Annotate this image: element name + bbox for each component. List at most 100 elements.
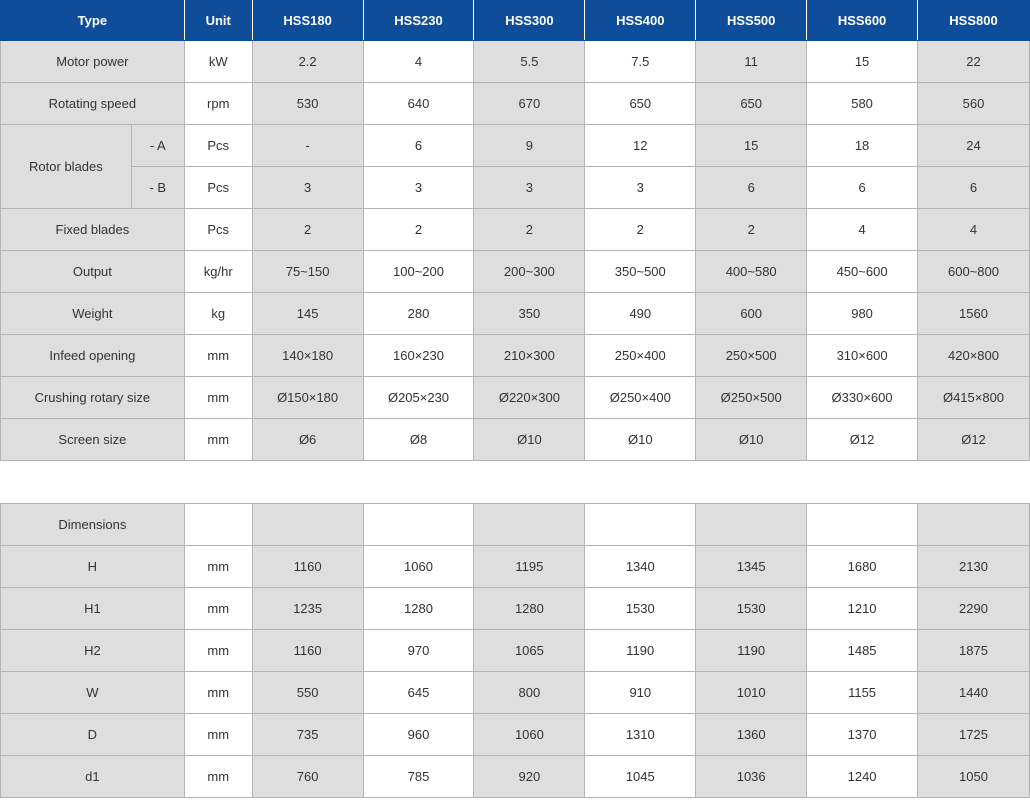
value-cell: 600~800 xyxy=(917,250,1030,293)
value-cell: 11 xyxy=(695,40,808,83)
value-cell xyxy=(584,503,697,546)
value-cell: 1280 xyxy=(473,587,586,630)
value-cell xyxy=(806,503,919,546)
value-cell: 2290 xyxy=(917,587,1030,630)
row-label: Screen size xyxy=(0,418,185,461)
unit-cell: mm xyxy=(183,629,253,672)
header-model: HSS500 xyxy=(695,0,808,41)
value-cell: 2 xyxy=(584,208,697,251)
unit-cell: mm xyxy=(183,755,253,798)
value-cell: Ø250×400 xyxy=(584,376,697,419)
header-row: Type Unit HSS180 HSS230 HSS300 HSS400 HS… xyxy=(0,0,1030,41)
value-cell: 3 xyxy=(473,166,586,209)
unit-cell: kg/hr xyxy=(183,250,253,293)
value-cell: 1530 xyxy=(695,587,808,630)
value-cell: 1240 xyxy=(806,755,919,798)
value-cell: 735 xyxy=(251,713,364,756)
value-cell: 670 xyxy=(473,82,586,125)
header-model: HSS400 xyxy=(584,0,697,41)
row-label: Infeed opening xyxy=(0,334,185,377)
value-cell: 145 xyxy=(251,292,364,335)
unit-cell: mm xyxy=(183,334,253,377)
dimensions-label: Dimensions xyxy=(0,503,185,546)
value-cell: 5.5 xyxy=(473,40,586,83)
value-cell: Ø10 xyxy=(473,418,586,461)
value-cell: 24 xyxy=(917,124,1030,167)
value-cell: 1680 xyxy=(806,545,919,588)
value-cell: 100~200 xyxy=(362,250,475,293)
table-row: H1 mm 1235 1280 1280 1530 1530 1210 2290 xyxy=(0,587,1030,630)
value-cell: 310×600 xyxy=(806,334,919,377)
value-cell: 1440 xyxy=(917,671,1030,714)
header-model: HSS800 xyxy=(917,0,1030,41)
unit-cell: kg xyxy=(183,292,253,335)
value-cell: 600 xyxy=(695,292,808,335)
row-label: Rotating speed xyxy=(0,82,185,125)
value-cell: 1190 xyxy=(584,629,697,672)
value-cell: 1155 xyxy=(806,671,919,714)
value-cell: 1485 xyxy=(806,629,919,672)
row-sublabel: - B xyxy=(130,166,185,209)
row-label: Weight xyxy=(0,292,185,335)
value-cell: 6 xyxy=(695,166,808,209)
row-label: D xyxy=(0,713,185,756)
value-cell: 1235 xyxy=(251,587,364,630)
row-label: W xyxy=(0,671,185,714)
dimensions-header-row: Dimensions xyxy=(0,503,1030,546)
value-cell: Ø330×600 xyxy=(806,376,919,419)
table-row: Weight kg 145 280 350 490 600 980 1560 xyxy=(0,292,1030,335)
value-cell: 280 xyxy=(362,292,475,335)
value-cell: 1310 xyxy=(584,713,697,756)
value-cell xyxy=(473,503,586,546)
value-cell xyxy=(251,503,364,546)
value-cell: 4 xyxy=(917,208,1030,251)
header-model: HSS230 xyxy=(362,0,475,41)
value-cell: 1875 xyxy=(917,629,1030,672)
value-cell: Ø12 xyxy=(806,418,919,461)
value-cell: 3 xyxy=(362,166,475,209)
value-cell: 560 xyxy=(917,82,1030,125)
unit-cell: mm xyxy=(183,713,253,756)
value-cell: 1340 xyxy=(584,545,697,588)
unit-cell: Pcs xyxy=(183,124,253,167)
row-label: Crushing rotary size xyxy=(0,376,185,419)
header-model: HSS300 xyxy=(473,0,586,41)
value-cell: 200~300 xyxy=(473,250,586,293)
value-cell: Ø220×300 xyxy=(473,376,586,419)
table-row: d1 mm 760 785 920 1045 1036 1240 1050 xyxy=(0,755,1030,798)
value-cell: 140×180 xyxy=(251,334,364,377)
value-cell: 420×800 xyxy=(917,334,1030,377)
value-cell: 580 xyxy=(806,82,919,125)
value-cell: 1280 xyxy=(362,587,475,630)
value-cell: - xyxy=(251,124,364,167)
value-cell: 2130 xyxy=(917,545,1030,588)
value-cell: 15 xyxy=(695,124,808,167)
value-cell: 1530 xyxy=(584,587,697,630)
value-cell: 350 xyxy=(473,292,586,335)
value-cell: Ø150×180 xyxy=(251,376,364,419)
unit-cell xyxy=(183,503,253,546)
value-cell: 1725 xyxy=(917,713,1030,756)
value-cell: Ø6 xyxy=(251,418,364,461)
value-cell: 18 xyxy=(806,124,919,167)
table-row: Screen size mm Ø6 Ø8 Ø10 Ø10 Ø10 Ø12 Ø12 xyxy=(0,418,1030,461)
value-cell: 250×500 xyxy=(695,334,808,377)
value-cell: 785 xyxy=(362,755,475,798)
value-cell: 960 xyxy=(362,713,475,756)
unit-cell: mm xyxy=(183,587,253,630)
value-cell: 1060 xyxy=(362,545,475,588)
value-cell: 350~500 xyxy=(584,250,697,293)
row-sublabel: - A xyxy=(130,124,185,167)
value-cell: 3 xyxy=(251,166,364,209)
table-row: H2 mm 1160 970 1065 1190 1190 1485 1875 xyxy=(0,629,1030,672)
table-row: Infeed opening mm 140×180 160×230 210×30… xyxy=(0,334,1030,377)
value-cell: 2 xyxy=(473,208,586,251)
value-cell: 6 xyxy=(806,166,919,209)
value-cell: 970 xyxy=(362,629,475,672)
value-cell: Ø10 xyxy=(584,418,697,461)
value-cell: 6 xyxy=(917,166,1030,209)
header-unit: Unit xyxy=(183,0,253,41)
value-cell: 2.2 xyxy=(251,40,364,83)
value-cell: 12 xyxy=(584,124,697,167)
value-cell: 800 xyxy=(473,671,586,714)
